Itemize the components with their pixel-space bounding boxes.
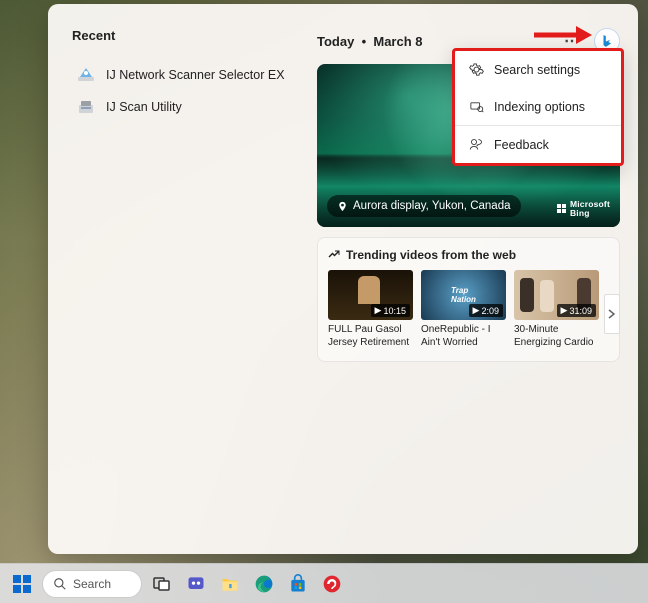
video-title: FULL Pau Gasol Jersey Retirement Ceremon… [328, 324, 413, 349]
menu-item-indexing-options[interactable]: Indexing options [455, 88, 621, 125]
indexing-icon [469, 99, 484, 114]
play-icon: ▶ [375, 305, 382, 316]
recent-heading: Recent [72, 28, 303, 43]
search-home-panel: Recent IJ Network Scanner Selector EX IJ… [48, 4, 638, 554]
annotation-arrow [532, 24, 592, 46]
hero-caption: Aurora display, Yukon, Canada [327, 195, 521, 217]
recent-column: Recent IJ Network Scanner Selector EX IJ… [48, 4, 313, 554]
menu-item-search-settings[interactable]: Search settings [455, 51, 621, 88]
task-view-button[interactable] [148, 570, 176, 598]
trending-video-item[interactable]: TrapNation ▶2:09 OneRepublic - I Ain't W… [421, 270, 506, 349]
recent-item[interactable]: IJ Network Scanner Selector EX [72, 59, 303, 91]
gear-icon [469, 62, 484, 77]
video-title: 30-Minute Energizing Cardio Workout Wit.… [514, 324, 599, 349]
taskbar-chat-icon[interactable] [182, 570, 210, 598]
recent-item-label: IJ Scan Utility [106, 100, 182, 114]
recent-item-label: IJ Network Scanner Selector EX [106, 68, 285, 82]
menu-item-label: Feedback [494, 138, 549, 152]
trending-icon [328, 249, 340, 261]
location-pin-icon [337, 201, 348, 212]
taskbar: Search [0, 563, 648, 603]
taskbar-explorer-icon[interactable] [216, 570, 244, 598]
trending-video-item[interactable]: ▶10:15 FULL Pau Gasol Jersey Retirement … [328, 270, 413, 349]
play-icon: ▶ [473, 305, 480, 316]
trending-video-item[interactable]: ▶31:09 30-Minute Energizing Cardio Worko… [514, 270, 599, 349]
recent-item[interactable]: IJ Scan Utility [72, 91, 303, 123]
scanner-selector-icon [76, 65, 96, 85]
taskbar-app-icon[interactable] [318, 570, 346, 598]
more-options-menu: Search settings Indexing options Feedbac… [452, 48, 624, 166]
trending-heading: Trending videos from the web [328, 248, 609, 262]
menu-item-label: Search settings [494, 63, 580, 77]
taskbar-search[interactable]: Search [42, 570, 142, 598]
microsoft-bing-logo: MicrosoftBing [557, 200, 610, 217]
menu-item-label: Indexing options [494, 100, 585, 114]
chevron-right-icon [608, 309, 616, 319]
videos-next-button[interactable] [604, 294, 620, 334]
menu-item-feedback[interactable]: Feedback [455, 126, 621, 163]
start-button[interactable] [8, 570, 36, 598]
taskbar-store-icon[interactable] [284, 570, 312, 598]
video-title: OneRepublic - I Ain't Worried (Hardstyle… [421, 324, 506, 349]
search-icon [53, 577, 67, 591]
taskbar-search-label: Search [73, 577, 111, 591]
scan-utility-icon [76, 97, 96, 117]
today-heading: Today • March 8 [317, 34, 423, 49]
feedback-icon [469, 137, 484, 152]
play-icon: ▶ [561, 305, 568, 316]
taskbar-edge-icon[interactable] [250, 570, 278, 598]
trending-videos-card: Trending videos from the web ▶10:15 FULL… [317, 237, 620, 362]
today-column: Today • March 8 ⋯ Aurora display, Yukon,… [313, 4, 638, 554]
